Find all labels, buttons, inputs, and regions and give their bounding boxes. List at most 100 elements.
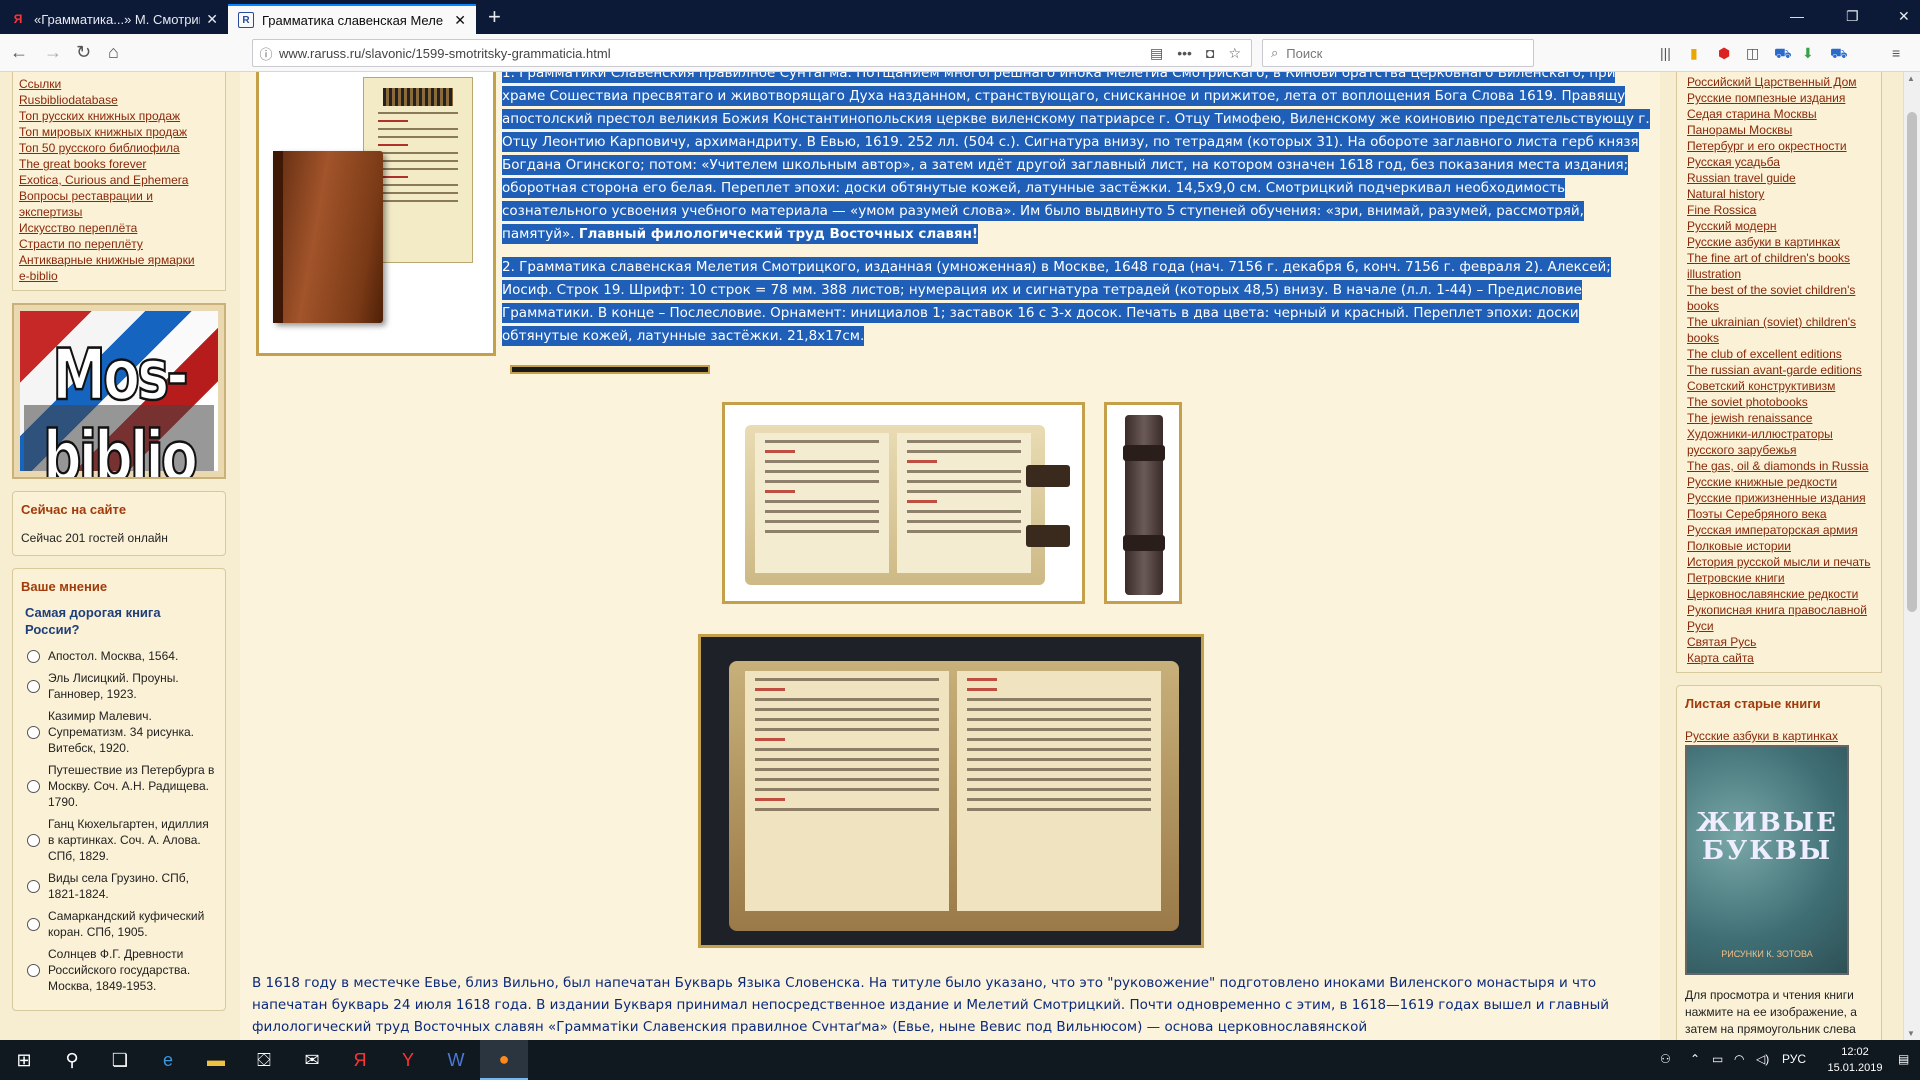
radio-button[interactable] (27, 879, 40, 893)
poll-option[interactable]: Самаркандский куфический коран. СПб, 190… (21, 908, 217, 940)
left-link[interactable]: Rusbibliodatabase (19, 92, 219, 108)
left-link[interactable]: Топ мировых книжных продаж (19, 124, 219, 140)
left-link[interactable]: Вопросы реставрации и экспертизы (19, 188, 219, 220)
poll-option[interactable]: Ганц Кюхельгартен, идиллия в картинках. … (21, 816, 217, 864)
right-link[interactable]: Русские книжные редкости (1687, 474, 1875, 490)
download-icon[interactable]: ⬇ (1802, 45, 1814, 62)
system-clock[interactable]: 12:02 15.01.2019 (1820, 1044, 1890, 1076)
right-link[interactable]: Панорамы Москвы (1687, 122, 1875, 138)
adblock-icon[interactable]: ⬢ (1718, 45, 1730, 62)
flip-book-link[interactable]: Русские азбуки в картинках (1685, 729, 1873, 743)
left-link[interactable]: Искусство переплёта (19, 220, 219, 236)
poll-option[interactable]: Путешествие из Петербурга в Москву. Соч.… (21, 762, 217, 810)
bookmark-star-icon[interactable]: ☆ (1228, 45, 1241, 62)
wifi-icon[interactable]: ◠ (1734, 1052, 1744, 1066)
left-link[interactable]: Антикварные книжные ярмарки (19, 252, 219, 268)
open-book-photo[interactable] (722, 402, 1085, 604)
right-link[interactable]: Советский конструктивизм (1687, 378, 1875, 394)
right-link[interactable]: Церковнославянские редкости (1687, 586, 1875, 602)
right-link[interactable]: История русской мысли и печать (1687, 554, 1875, 570)
left-link[interactable]: Топ русских книжных продаж (19, 108, 219, 124)
right-link[interactable]: Русские азбуки в картинках (1687, 234, 1875, 250)
windows-start-icon[interactable]: ⊞ (0, 1040, 48, 1080)
left-link[interactable]: e-biblio (19, 268, 219, 284)
right-link[interactable]: Русские прижизненные издания (1687, 490, 1875, 506)
right-link[interactable]: The jewish renaissance (1687, 410, 1875, 426)
shopping-icon[interactable]: ⛟ (1830, 45, 1848, 64)
poll-option[interactable]: Солнцев Ф.Г. Древности Российского госуд… (21, 946, 217, 994)
right-link[interactable]: Русские помпезные издания (1687, 90, 1875, 106)
new-tab-button[interactable]: + (488, 6, 501, 28)
right-link[interactable]: Поэты Серебряного века (1687, 506, 1875, 522)
restore-icon[interactable]: ❐ (1846, 8, 1859, 25)
right-link[interactable]: Петербург и его окрестности (1687, 138, 1875, 154)
left-link[interactable]: Exotica, Curious and Ephemera (19, 172, 219, 188)
poll-option[interactable]: Апостол. Москва, 1564. (21, 648, 217, 664)
radio-button[interactable] (27, 779, 40, 793)
right-link[interactable]: Русская императорская армия (1687, 522, 1875, 538)
close-window-icon[interactable]: ✕ (1898, 8, 1910, 25)
firefox-icon[interactable]: ● (480, 1040, 528, 1080)
book-1648-photo[interactable] (698, 634, 1204, 948)
radio-button[interactable] (27, 649, 40, 663)
right-link[interactable]: Петровские книги (1687, 570, 1875, 586)
alphabet-book-cover[interactable]: ЖИВЫЕ БУКВЫ РИСУНКИ К. ЗОТОВА (1685, 745, 1849, 975)
poll-option[interactable]: Казимир Малевич. Супрематизм. 34 рисунка… (21, 708, 217, 756)
volume-icon[interactable]: ◁) (1756, 1052, 1769, 1066)
right-link[interactable]: The gas, oil & diamonds in Russia (1687, 458, 1875, 474)
left-link[interactable]: Топ 50 русского библиофила (19, 140, 219, 156)
left-link[interactable]: Страсти по переплёту (19, 236, 219, 252)
user-icon[interactable]: ⚇ (1660, 1052, 1671, 1066)
minimize-icon[interactable]: — (1790, 8, 1804, 24)
book-1619-photo[interactable] (256, 72, 496, 356)
bookmark-flag-icon[interactable]: ▮ (1690, 45, 1698, 62)
url-bar[interactable]: ⓘ www.raruss.ru/slavonic/1599-smotritsky… (252, 39, 1252, 67)
right-link[interactable]: Художники-иллюстраторы русского зарубежь… (1687, 426, 1875, 458)
search-input[interactable]: ⌕ Поиск (1262, 39, 1534, 67)
right-link[interactable]: Russian travel guide (1687, 170, 1875, 186)
sidebar-icon[interactable]: ◫ (1746, 45, 1759, 62)
radio-button[interactable] (27, 917, 40, 931)
radio-button[interactable] (27, 963, 40, 977)
radio-button[interactable] (27, 833, 40, 847)
forward-icon[interactable]: → (44, 42, 62, 62)
reader-view-icon[interactable]: ▤ (1150, 45, 1163, 62)
site-info-icon[interactable]: ⓘ (253, 44, 279, 63)
scroll-down-icon[interactable]: ▼ (1907, 1029, 1915, 1038)
page-actions-icon[interactable]: ••• (1177, 45, 1192, 62)
mail-icon[interactable]: ✉ (288, 1040, 336, 1080)
poll-option[interactable]: Эль Лисицкий. Проуны. Ганновер, 1923. (21, 670, 217, 702)
home-icon[interactable]: ⌂ (108, 42, 119, 62)
tab-raruss[interactable]: R Грамматика славенская Меле ✕ (228, 4, 476, 34)
right-link[interactable]: The soviet photobooks (1687, 394, 1875, 410)
edge-browser-icon[interactable]: e (144, 1040, 192, 1080)
right-link[interactable]: Fine Rossica (1687, 202, 1875, 218)
url-text[interactable]: www.raruss.ru/slavonic/1599-smotritsky-g… (279, 46, 1150, 61)
word-icon[interactable]: W (432, 1040, 480, 1080)
left-link[interactable]: The great books forever (19, 156, 219, 172)
cart-icon[interactable]: ⛟ (1774, 45, 1792, 64)
radio-button[interactable] (27, 679, 40, 693)
right-link[interactable]: Седая старина Москвы (1687, 106, 1875, 122)
right-link[interactable]: The club of excellent editions (1687, 346, 1875, 362)
right-link[interactable]: Карта сайта (1687, 650, 1875, 666)
right-link[interactable]: Рукописная книга православной Руси (1687, 602, 1875, 634)
right-link[interactable]: Полковые истории (1687, 538, 1875, 554)
right-link[interactable]: Российский Царственный Дом (1687, 74, 1875, 90)
back-icon[interactable]: ← (10, 42, 28, 62)
notifications-icon[interactable]: ▤ (1898, 1052, 1909, 1066)
left-link[interactable]: Ссылки (19, 76, 219, 92)
tab-yandex[interactable]: Я «Грамматика...» М. Смотрицк ✕ (0, 4, 228, 34)
right-link[interactable]: Natural history (1687, 186, 1875, 202)
reload-icon[interactable]: ↻ (76, 42, 91, 62)
scrollbar-thumb[interactable] (1907, 112, 1917, 612)
right-link[interactable]: Русский модерн (1687, 218, 1875, 234)
right-link[interactable]: Святая Русь (1687, 634, 1875, 650)
yandex-icon[interactable]: Я (336, 1040, 384, 1080)
store-icon[interactable]: ⛋ (240, 1040, 288, 1080)
yandex-browser-icon[interactable]: Y (384, 1040, 432, 1080)
page-scrollbar[interactable]: ▲ ▼ (1903, 72, 1920, 1040)
close-tab-icon[interactable]: ✕ (206, 11, 218, 28)
menu-icon[interactable]: ≡ (1892, 45, 1900, 61)
poll-option[interactable]: Виды села Грузино. СПб, 1821-1824. (21, 870, 217, 902)
